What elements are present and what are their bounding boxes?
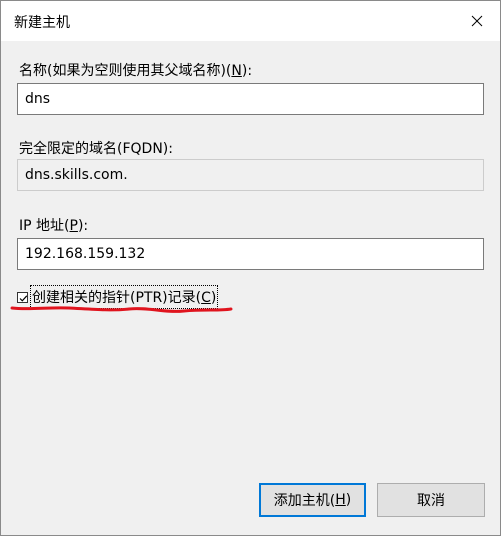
red-underline-annotation — [10, 306, 233, 313]
fqdn-value: dns.skills.com. — [17, 159, 484, 191]
title-bar[interactable]: 新建主机 — [1, 1, 500, 41]
ip-address-label: IP 地址(P): — [19, 218, 89, 234]
close-button[interactable] — [454, 1, 500, 41]
cancel-button[interactable]: 取消 — [377, 483, 485, 517]
close-icon — [471, 15, 483, 27]
name-input[interactable] — [17, 83, 484, 115]
ip-address-input[interactable] — [17, 238, 484, 270]
fqdn-label: 完全限定的域名(FQDN): — [19, 141, 173, 157]
name-label: 名称(如果为空则使用其父域名称)(N): — [19, 63, 253, 79]
add-host-button[interactable]: 添加主机(H) — [259, 483, 366, 517]
new-host-dialog: 新建主机 名称(如果为空则使用其父域名称)(N): 完全限定的域名(FQDN):… — [0, 0, 501, 536]
window-title: 新建主机 — [14, 15, 70, 31]
